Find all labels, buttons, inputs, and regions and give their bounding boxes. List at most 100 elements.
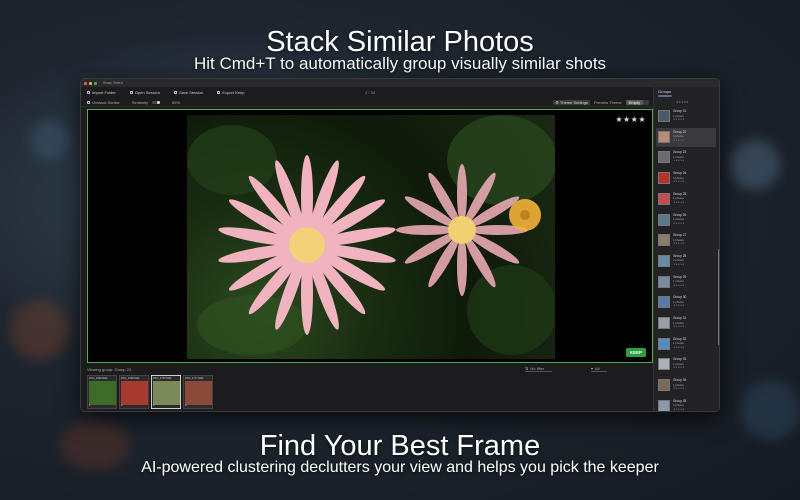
group-name: Group 35 (673, 398, 687, 403)
group-count: 3 photos (673, 403, 684, 408)
groups-panel: Groups ★★★★★ Group 21 1 photos ★★★★★ Group … (653, 87, 719, 411)
unstack-similar-button[interactable]: Unstack Similar (87, 100, 120, 105)
sort-dropdown[interactable]: ⇅ No filter (525, 366, 553, 372)
group-name: Group 34 (673, 378, 687, 383)
group-name: Group 24 (673, 171, 687, 176)
group-item[interactable]: Group 30 1 photos ★★★★★ (656, 293, 716, 312)
similarity-control[interactable]: Similarity (132, 100, 161, 105)
group-item[interactable]: Group 27 1 photos ★★★★★ (656, 231, 716, 250)
group-count: 3 photos (673, 175, 684, 180)
group-count: 1 photos (673, 320, 684, 325)
group-stars: ★★★★★ (673, 407, 685, 411)
open-icon (129, 91, 133, 94)
group-item[interactable]: Group 24 3 photos ★★★★★ (656, 169, 716, 188)
group-stars: ★★★★★ (673, 180, 685, 184)
groups-scrollbar[interactable] (717, 249, 719, 345)
group-item[interactable]: Group 33 1 photos ★★★★★ (656, 355, 716, 374)
theme-settings-button[interactable]: ⚙ Theme Settings (553, 99, 590, 105)
flowers-illustration (218, 155, 541, 335)
rating-stars[interactable]: ★★★★ (615, 115, 646, 124)
group-item[interactable]: Group 34 1 photos ★★★★★ (656, 376, 716, 395)
group-thumbnail (658, 317, 670, 329)
theme-segment-other[interactable] (643, 99, 649, 105)
save-session-button[interactable]: Save Session (173, 90, 204, 95)
group-info: Group 34 1 photos ★★★★★ (673, 378, 686, 393)
gear-icon: ⚙ (555, 99, 559, 105)
group-name: Group 26 (673, 212, 687, 217)
group-stars: ★★★★★ (676, 100, 689, 104)
filmstrip-thumb-2[interactable]: DSC_4568.NEF 2 (119, 375, 149, 409)
group-name: Group 25 (673, 191, 687, 196)
group-item[interactable]: Group 35 3 photos ★★★★★ (656, 397, 716, 411)
group-count: 1 photos (673, 279, 684, 284)
group-item[interactable]: Group 29 1 photos ★★★★★ (656, 273, 716, 292)
export-keep-button[interactable]: Export Keep (217, 90, 244, 95)
group-stars: ★★★★★ (673, 159, 685, 163)
group-stars: ★★★★★ (673, 221, 685, 225)
group-item[interactable]: Group 22 4 photos ★★★★★ (656, 127, 716, 147)
group-info: Group 27 1 photos ★★★★★ (673, 233, 686, 248)
group-stars: ★★★★★ (673, 325, 685, 328)
filter-dropdown-value: All (595, 366, 600, 371)
group-thumbnail (658, 213, 670, 226)
group-info: Group 24 3 photos ★★★★★ (673, 171, 686, 186)
photo-counter: 3 / 34 (365, 90, 376, 95)
group-item[interactable]: Group 31 1 photos ★★★★★ (656, 314, 716, 333)
app-window: Sharp Select Import Folder Open Session … (80, 78, 720, 412)
import-folder-button[interactable]: Import Folder (87, 90, 116, 95)
import-folder-label: Import Folder (92, 90, 116, 95)
group-info: Group 33 1 photos ★★★★★ (673, 357, 686, 372)
thumb-number: 2 (121, 404, 123, 407)
thumb-image (153, 381, 180, 405)
group-name: Group 30 (673, 295, 687, 300)
group-item[interactable]: Group 26 1 photos ★★★★★ (656, 211, 716, 230)
group-stars: ★★★★★ (673, 118, 685, 121)
groups-progress-bar (658, 95, 672, 97)
group-thumbnail (658, 337, 670, 350)
viewing-group-label: Viewing group: Group 22 (87, 366, 132, 372)
group-info: Group 28 2 photos ★★★★★ (673, 254, 686, 269)
stack-icon (87, 100, 90, 104)
save-session-label: Save Session (178, 90, 204, 95)
group-info: Group 26 1 photos ★★★★★ (673, 213, 686, 228)
thumb-number: 4 (185, 404, 187, 407)
group-count: 1 photos (673, 341, 684, 346)
group-item[interactable]: Group 25 1 photos ★★★★★ (656, 190, 716, 209)
similarity-slider[interactable] (152, 100, 161, 104)
minimize-window-button[interactable] (89, 81, 92, 85)
group-count: 1 photos (673, 217, 684, 221)
filmstrip-thumb-1[interactable]: DSC_4599.NEF 1 (87, 375, 117, 409)
group-info: Group 35 3 photos ★★★★★ (673, 398, 687, 411)
keep-button[interactable]: KEEP (625, 348, 646, 357)
filmstrip-thumb-3[interactable]: DSC_4735.NEF 3 (151, 375, 181, 409)
group-count: 1 photos (673, 382, 684, 387)
group-info: Group 29 1 photos ★★★★★ (673, 275, 686, 290)
group-stars: ★★★★★ (673, 200, 685, 204)
group-stars: ★★★★★ (673, 345, 685, 349)
group-thumbnail (658, 275, 670, 288)
bokeh-dot (30, 120, 70, 160)
bokeh-dot (730, 140, 780, 190)
group-count: 2 photos (673, 258, 684, 263)
group-item[interactable]: Group 28 2 photos ★★★★★ (656, 252, 716, 271)
group-name: Group 27 (673, 233, 687, 238)
theme-segment-empty[interactable]: Empty (625, 99, 643, 105)
photo-viewer[interactable]: ★★★★ KEEP (87, 109, 653, 363)
open-session-button[interactable]: Open Session (129, 90, 160, 95)
filmstrip: DSC_4599.NEF 1 DSC_4568.NEF 2 DSC_4735.N… (87, 375, 213, 409)
group-stars: ★★★★★ (673, 283, 685, 287)
group-item[interactable]: Group 23 1 photos ★★★★★ (656, 148, 716, 167)
group-name: Group 33 (673, 357, 687, 362)
group-name: Group 28 (673, 253, 687, 258)
footer-subtitle: AI-powered clustering declutters your vi… (141, 459, 659, 476)
filter-dropdown[interactable]: ▾ All (591, 366, 608, 372)
app-name: Sharp Select (103, 81, 124, 85)
group-item[interactable]: Group 32 1 photos ★★★★★ (656, 335, 716, 354)
group-item[interactable]: Group 21 1 photos ★★★★★ (656, 107, 716, 126)
group-thumbnail (658, 358, 670, 371)
group-thumbnail (658, 234, 670, 247)
theme-settings-label: Theme Settings (559, 99, 588, 105)
close-window-button[interactable] (84, 81, 87, 85)
filmstrip-thumb-4[interactable]: DSC_4777.NEF 4 (183, 375, 213, 409)
zoom-window-button[interactable] (94, 81, 97, 85)
